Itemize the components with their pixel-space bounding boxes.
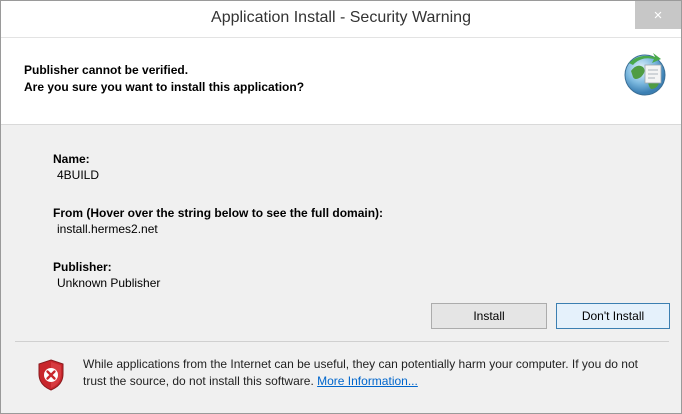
warning-line-2: Are you sure you want to install this ap… xyxy=(24,80,305,94)
divider xyxy=(15,341,669,342)
globe-install-icon xyxy=(624,53,666,96)
from-value[interactable]: install.hermes2.net xyxy=(57,222,158,236)
security-warning-dialog: Application Install - Security Warning ×… xyxy=(0,0,682,414)
dont-install-button[interactable]: Don't Install xyxy=(556,303,670,329)
close-button[interactable]: × xyxy=(635,1,681,29)
warning-line-1: Publisher cannot be verified. xyxy=(24,63,189,77)
window-title: Application Install - Security Warning xyxy=(211,9,471,26)
more-information-link[interactable]: More Information... xyxy=(317,374,418,388)
name-value: 4BUILD xyxy=(57,168,100,182)
warning-header: Publisher cannot be verified. Are you su… xyxy=(1,38,681,125)
footer-message: While applications from the Internet can… xyxy=(83,356,663,390)
publisher-value: Unknown Publisher xyxy=(57,276,161,290)
from-label: From (Hover over the string below to see… xyxy=(53,206,384,220)
install-button[interactable]: Install xyxy=(431,303,547,329)
publisher-label: Publisher: xyxy=(53,260,112,274)
name-label: Name: xyxy=(53,152,90,166)
title-bar: Application Install - Security Warning × xyxy=(1,1,681,38)
shield-warning-icon xyxy=(38,359,64,391)
